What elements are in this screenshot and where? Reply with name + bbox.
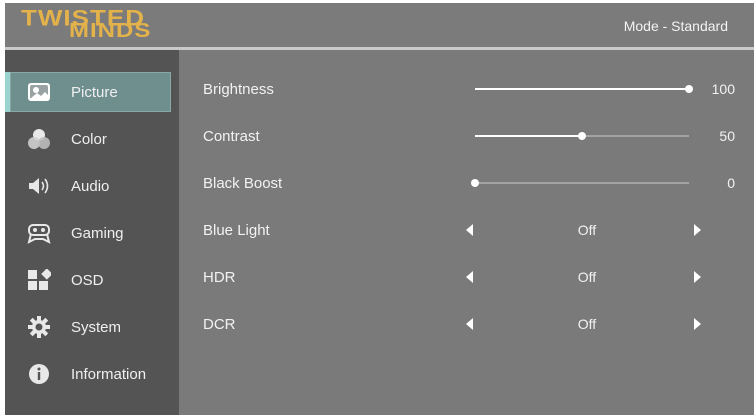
- setting-name: Black Boost: [203, 175, 283, 192]
- setting-row-black-boost[interactable]: Black Boost 0: [179, 169, 754, 197]
- setting-name: HDR: [203, 269, 236, 286]
- setting-row-brightness[interactable]: Brightness 100: [179, 75, 754, 103]
- sidebar-item-label: Color: [71, 131, 107, 148]
- setting-name: DCR: [203, 316, 236, 333]
- setting-row-hdr[interactable]: HDR Off: [179, 263, 754, 291]
- sidebar-item-label: Information: [71, 366, 147, 383]
- setting-option-value: Off: [577, 222, 597, 238]
- picture-icon: [28, 83, 50, 101]
- arrow-right-icon[interactable]: [694, 271, 701, 283]
- arrow-left-icon[interactable]: [466, 318, 473, 330]
- sidebar-item-system[interactable]: System: [5, 307, 179, 347]
- setting-name: Blue Light: [203, 222, 270, 239]
- sidebar-item-label: OSD: [71, 272, 104, 289]
- header: TWISTED MINDS Mode - Standard: [5, 3, 754, 47]
- arrow-right-icon[interactable]: [694, 224, 701, 236]
- setting-option-value: Off: [577, 316, 597, 332]
- sidebar: Picture Color Audio Gaming OSD System In…: [5, 50, 179, 415]
- sidebar-item-label: Audio: [71, 178, 110, 195]
- sidebar-item-color[interactable]: Color: [5, 119, 179, 159]
- arrow-left-icon[interactable]: [466, 271, 473, 283]
- settings-panel: Brightness 100 Contrast 50 Black Boost 0: [179, 50, 754, 415]
- setting-name: Brightness: [203, 81, 274, 98]
- osd-menu: TWISTED MINDS Mode - Standard Picture Co…: [5, 3, 754, 415]
- setting-option-value: Off: [577, 269, 597, 285]
- sidebar-item-label: System: [71, 319, 122, 336]
- mode-label: Mode - Standard: [623, 18, 728, 34]
- sidebar-item-gaming[interactable]: Gaming: [5, 213, 179, 253]
- audio-icon: [29, 178, 49, 194]
- logo-line2: MINDS: [69, 19, 152, 43]
- arrow-right-icon[interactable]: [694, 318, 701, 330]
- setting-value: 0: [727, 175, 735, 191]
- setting-row-contrast[interactable]: Contrast 50: [179, 122, 754, 150]
- brightness-slider[interactable]: [475, 85, 693, 93]
- black-boost-slider[interactable]: [471, 179, 689, 187]
- slider-knob[interactable]: [471, 179, 479, 187]
- setting-row-dcr[interactable]: DCR Off: [179, 310, 754, 338]
- contrast-slider[interactable]: [475, 132, 689, 140]
- sidebar-item-label: Picture: [71, 84, 118, 101]
- sidebar-item-label: Gaming: [71, 225, 124, 242]
- color-icon: [28, 129, 50, 149]
- gamepad-icon: [27, 224, 51, 244]
- gear-icon: [28, 316, 50, 338]
- sidebar-item-information[interactable]: Information: [5, 354, 179, 394]
- sidebar-item-osd[interactable]: OSD: [5, 260, 179, 300]
- sidebar-item-audio[interactable]: Audio: [5, 166, 179, 206]
- slider-knob[interactable]: [685, 85, 693, 93]
- info-icon: [29, 364, 49, 384]
- setting-name: Contrast: [203, 128, 260, 145]
- sidebar-item-picture[interactable]: Picture: [5, 72, 179, 112]
- setting-value: 50: [719, 128, 735, 144]
- osd-icon: [28, 269, 51, 290]
- brand-logo: TWISTED MINDS: [21, 7, 181, 45]
- arrow-left-icon[interactable]: [466, 224, 473, 236]
- setting-row-blue-light[interactable]: Blue Light Off: [179, 216, 754, 244]
- setting-value: 100: [711, 81, 735, 97]
- slider-knob[interactable]: [578, 132, 586, 140]
